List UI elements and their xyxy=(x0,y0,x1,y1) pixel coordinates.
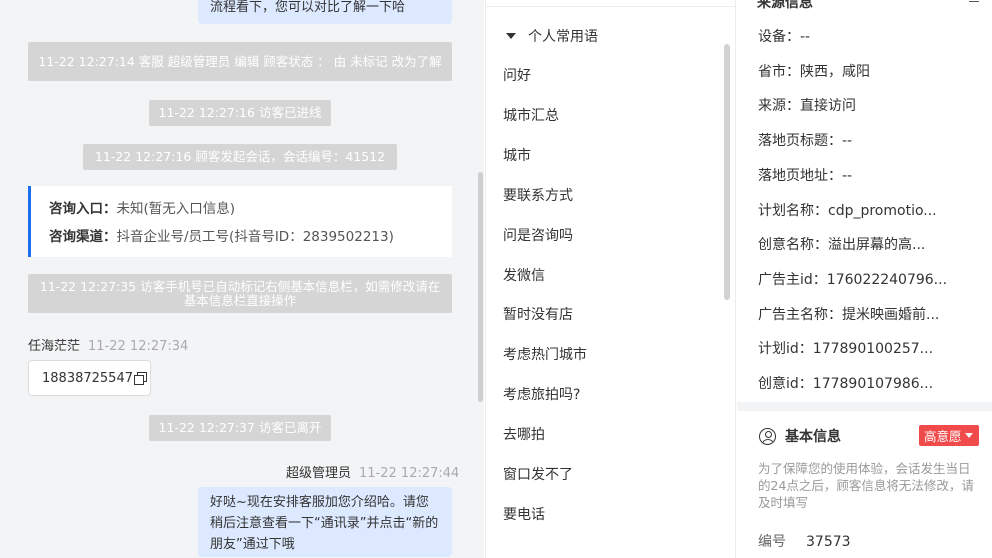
system-message: 11-22 12:27:35 访客手机号已自动标记右侧基本信息栏，如需修改请在基… xyxy=(28,274,452,313)
system-message-text: 11-22 12:27:35 访客手机号已自动标记右侧基本信息栏，如需修改请在基… xyxy=(39,278,441,308)
system-message-text: 11-22 12:27:37 访客已离开 xyxy=(158,420,322,435)
source-info-value: 陕西，咸阳 xyxy=(800,63,870,80)
system-message-text: 11-22 12:27:16 访客已进线 xyxy=(158,105,322,120)
phrase-scrollbar[interactable] xyxy=(724,44,730,300)
visitor-phone-message[interactable]: 18838725547 xyxy=(28,360,151,396)
consult-source-card: 咨询入口：未知(暂无入口信息) 咨询渠道：抖音企业号/员工号(抖音号ID：283… xyxy=(28,186,452,257)
customer-id-value: 37573 xyxy=(806,534,851,550)
common-phrases-panel: 个人常用语 问好城市汇总城市要联系方式问是咨询吗发微信暂时没有店考虑热门城市 考虑… xyxy=(485,0,736,558)
phrase-item[interactable]: 考虑热门城市 xyxy=(503,344,587,364)
source-info-label: 计划id： xyxy=(758,341,813,358)
source-info-row: 计划id：177890100257... xyxy=(758,338,933,358)
source-info-label: 广告主名称： xyxy=(758,306,842,323)
source-info-label: 广告主id： xyxy=(758,271,827,288)
consult-entry-label: 咨询入口： xyxy=(49,201,117,217)
intent-level-dropdown[interactable]: 高意愿 xyxy=(919,425,979,446)
chat-scrollbar[interactable] xyxy=(478,172,483,402)
phrase-item[interactable]: 去哪拍 xyxy=(503,424,545,444)
source-info-row: 落地页地址：-- xyxy=(758,165,852,185)
collapse-icon[interactable] xyxy=(969,0,979,2)
source-info-value: 直接访问 xyxy=(800,98,856,115)
phrase-item[interactable]: 城市 xyxy=(503,145,531,165)
phrase-group-header[interactable]: 个人常用语 xyxy=(506,26,598,46)
consult-channel-row: 咨询渠道：抖音企业号/员工号(抖音号ID：2839502213) xyxy=(49,223,452,251)
agent-meta: 超级管理员 11-22 12:27:44 xyxy=(286,462,459,481)
system-message: 11-22 12:27:14 客服 超级管理员 编辑 顾客状态 ： 由 未标记 … xyxy=(28,42,452,81)
copy-icon[interactable] xyxy=(133,372,147,385)
consult-channel-label: 咨询渠道： xyxy=(49,229,117,245)
source-info-value: -- xyxy=(842,133,853,150)
customer-info-panel: 来源信息 设备：-- 省市：陕西，咸阳 来源：直接访问 落地页标题：-- 落地页地址：-… xyxy=(737,0,992,558)
customer-id-row: 编号 37573 xyxy=(758,531,851,551)
message-text: 好哒~现在安排客服加您介绍哈。请您稍后注意查看一下“通讯录”并点击“新的朋友”通… xyxy=(210,495,439,552)
source-info-title: 来源信息 xyxy=(757,0,813,11)
phrase-item[interactable]: 要电话 xyxy=(503,504,545,524)
source-info-value: cdp_promotio... xyxy=(828,202,937,219)
customer-id-label: 编号 xyxy=(758,534,786,550)
visitor-name: 任海茫茫 xyxy=(28,339,81,354)
source-info-row: 来源：直接访问 xyxy=(758,95,856,115)
source-info-value: 176022240796... xyxy=(826,271,948,288)
source-info-row: 计划名称：cdp_promotio... xyxy=(758,200,937,220)
source-info-row: 落地页标题：-- xyxy=(758,130,852,150)
source-info-row: 省市：陕西，咸阳 xyxy=(758,61,870,81)
system-message: 11-22 12:27:16 顾客发起会话，会话编号：41512 xyxy=(83,144,397,170)
source-info-label: 创意名称： xyxy=(758,237,828,254)
user-icon xyxy=(759,427,776,445)
source-info-row: 广告主id：176022240796... xyxy=(758,269,947,289)
phrase-group-title: 个人常用语 xyxy=(528,29,598,45)
visitor-message-time: 11-22 12:27:34 xyxy=(88,339,189,354)
source-info-row: 创意id：177890107986... xyxy=(758,373,933,393)
consult-entry-value: 未知(暂无入口信息) xyxy=(116,201,236,217)
source-info-value: 177890107986... xyxy=(812,376,934,392)
source-info-row: 创意名称：溢出屏幕的高... xyxy=(758,234,925,254)
agent-name: 超级管理员 xyxy=(286,466,352,481)
intent-level-label: 高意愿 xyxy=(924,429,962,444)
source-info-value: -- xyxy=(842,167,853,184)
source-info-value: 177890100257... xyxy=(812,341,934,358)
caret-down-icon xyxy=(964,433,973,438)
phrase-item[interactable]: 考虑旅拍吗? xyxy=(503,384,580,404)
phrase-item[interactable]: 要联系方式 xyxy=(503,185,573,205)
edit-notice: 为了保障您的使用体验，会话发生当日的24点之后，顾客信息将无法修改，请及时填写 xyxy=(758,461,974,510)
phrase-item[interactable]: 问好 xyxy=(503,65,531,85)
source-info-label: 来源： xyxy=(758,98,800,115)
source-info-row: 广告主名称：提米映画婚前... xyxy=(758,304,939,324)
source-info-value: 提米映画婚前... xyxy=(842,306,940,323)
agent-message-time: 11-22 12:27:44 xyxy=(359,466,460,481)
source-info-value: -- xyxy=(800,29,811,45)
source-info-label: 落地页标题： xyxy=(758,133,842,150)
divider xyxy=(486,6,736,7)
visitor-phone-number: 18838725547 xyxy=(42,370,133,386)
system-message-text: 11-22 12:27:16 顾客发起会话，会话编号：41512 xyxy=(94,149,386,164)
system-message: 11-22 12:27:16 访客已进线 xyxy=(149,100,331,126)
phrase-item[interactable]: 窗口发不了 xyxy=(503,464,573,484)
message-text: 流程看下，您可以对比了解一下哈 xyxy=(210,0,406,15)
section-divider xyxy=(737,402,992,411)
source-info-value: 溢出屏幕的高... xyxy=(828,237,926,254)
agent-message-bubble: 好哒~现在安排客服加您介绍哈。请您稍后注意查看一下“通讯录”并点击“新的朋友”通… xyxy=(198,487,452,557)
consult-channel-value: 抖音企业号/员工号(抖音号ID：2839502213) xyxy=(116,229,394,245)
basic-info-header: 基本信息 xyxy=(759,426,841,446)
visitor-meta: 任海茫茫 11-22 12:27:34 xyxy=(28,335,188,354)
source-info-label: 省市： xyxy=(758,63,800,80)
source-info-label: 创意id： xyxy=(758,376,813,392)
system-message: 11-22 12:27:37 访客已离开 xyxy=(149,415,331,441)
source-info-row: 设备：-- xyxy=(758,26,810,46)
basic-info-title: 基本信息 xyxy=(785,429,841,445)
phrase-item[interactable]: 城市汇总 xyxy=(503,105,559,125)
source-info-label: 计划名称： xyxy=(758,202,828,219)
system-message-text: 11-22 12:27:14 客服 超级管理员 编辑 顾客状态 ： 由 未标记 … xyxy=(38,53,442,69)
consult-entry-row: 咨询入口：未知(暂无入口信息) xyxy=(49,195,452,223)
source-info-label: 设备： xyxy=(758,29,800,45)
phrase-item[interactable]: 问是咨询吗 xyxy=(503,225,573,245)
phrase-item[interactable]: 暂时没有店 xyxy=(503,304,573,324)
source-info-label: 落地页地址： xyxy=(758,167,842,184)
agent-message-bubble: 流程看下，您可以对比了解一下哈 xyxy=(198,0,452,24)
phrase-item[interactable]: 发微信 xyxy=(503,265,545,285)
chat-panel[interactable]: 流程看下，您可以对比了解一下哈 11-22 12:27:14 客服 超级管理员 … xyxy=(0,0,484,558)
caret-down-icon[interactable] xyxy=(506,33,516,39)
